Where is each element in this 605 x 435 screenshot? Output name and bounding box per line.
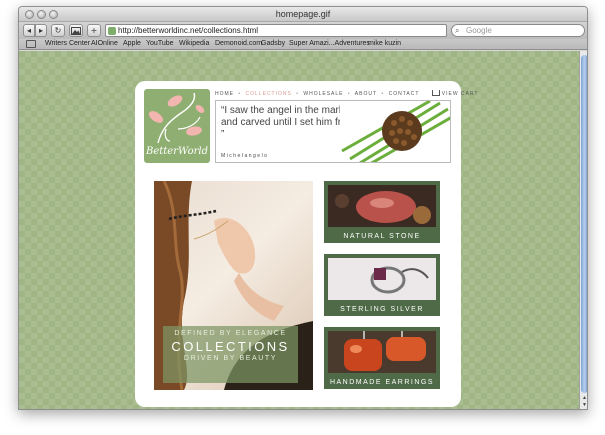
amber-earrings-image [328,331,436,373]
tile-label: STERLING SILVER [340,306,424,313]
bookmark-item[interactable]: Wikipedia [179,40,209,47]
bookmark-item[interactable]: YouTube [146,40,174,47]
beaded-necklace-image [340,101,450,162]
hero-caption: DEFINED BY ELEGANCE COLLECTIONS DRIVEN B… [163,326,298,383]
bookmark-item[interactable]: Gadsby [261,40,285,47]
address-bar[interactable]: http://betterworldinc.net/collections.ht… [105,24,531,37]
hero-title: COLLECTIONS [171,339,290,354]
forward-button[interactable]: ▸ [35,24,47,37]
image-icon [71,27,81,35]
quote-banner: “I saw the angel in the marble and carve… [215,100,451,163]
url-text: http://betterworldinc.net/collections.ht… [118,26,259,35]
nav-separator: • [347,91,351,97]
red-stone-image [328,185,436,227]
nav-collections[interactable]: COLLECTIONS [246,91,292,97]
scroll-up-arrow-icon[interactable]: ▲ [581,395,587,401]
nav-contact[interactable]: CONTACT [389,91,420,97]
nav-separator: • [296,91,299,97]
search-icon: ⌕ [455,26,460,35]
scrollbar-thumb[interactable] [581,55,587,393]
bookmark-item[interactable]: Writers Center [45,40,90,47]
snapback-button[interactable] [69,24,83,37]
nav-separator: • [238,91,242,97]
bookmarks-bar: Writers Center AIOnline Apple YouTube Wi… [19,39,587,50]
bookmark-item[interactable]: Super Amazi...Adventures [289,40,370,47]
stone-photo [328,185,436,227]
hero-tagline-top: DEFINED BY ELEGANCE [174,330,287,337]
vertical-scrollbar[interactable]: ▲ ▼ [579,51,587,409]
nav-home[interactable]: HOME [215,91,234,97]
site-favicon-icon [108,27,116,35]
logo-wordmark: BetterWorld [145,146,208,157]
nav-cart-label: VIEW CART [441,91,479,97]
page-viewport: BetterWorld HOME • COLLECTIONS • WHOLESA… [19,51,579,409]
cart-icon [431,90,440,96]
leaf-branch-icon [148,92,205,144]
search-placeholder: Google [466,26,492,35]
nav-wholesale[interactable]: WHOLESALE [303,91,343,97]
reload-button[interactable]: ↻ [51,24,65,37]
nav-separator: • [381,91,385,97]
tile-natural-stone[interactable]: NATURAL STONE [324,181,440,243]
quote-text: “I saw the angel in the marble and carve… [221,105,355,140]
add-bookmark-button[interactable]: + [87,24,101,37]
tile-sterling-silver[interactable]: STERLING SILVER [324,254,440,316]
collections-hero[interactable]: DEFINED BY ELEGANCE COLLECTIONS DRIVEN B… [154,181,313,390]
site-nav: HOME • COLLECTIONS • WHOLESALE • ABOUT •… [215,90,482,98]
site-card: BetterWorld HOME • COLLECTIONS • WHOLESA… [135,81,477,407]
hero-tagline-bottom: DRIVEN BY BEAUTY [183,355,278,362]
quote-author: Michelangelo [221,153,269,159]
book-icon[interactable] [26,40,36,48]
window-title: homepage.gif [275,9,331,19]
bookmark-item[interactable]: Apple [123,40,141,47]
tile-handmade-earrings[interactable]: HANDMADE EARRINGS [324,327,440,389]
bookmark-item[interactable]: Demonoid.com [215,40,262,47]
tile-label: HANDMADE EARRINGS [329,379,435,386]
tile-label: NATURAL STONE [343,233,421,240]
browser-toolbar: ◂ ▸ ↻ + http://betterworldinc.net/collec… [19,22,587,39]
bookmark-item[interactable]: AIOnline [91,40,118,47]
scroll-down-arrow-icon[interactable]: ▼ [581,402,587,408]
bookmark-item[interactable]: mike kuzin [368,40,401,47]
nav-about[interactable]: ABOUT [355,91,377,97]
silver-photo [328,258,436,300]
search-field[interactable]: ⌕ Google [451,24,585,37]
earrings-photo [328,331,436,373]
silver-ring-image [328,258,436,300]
browser-window: homepage.gif ◂ ▸ ↻ + http://betterworldi… [18,6,588,410]
nav-view-cart[interactable]: VIEW CART [431,90,481,97]
site-logo[interactable]: BetterWorld [144,89,210,163]
title-bar: homepage.gif [19,7,587,22]
back-button[interactable]: ◂ [23,24,35,37]
